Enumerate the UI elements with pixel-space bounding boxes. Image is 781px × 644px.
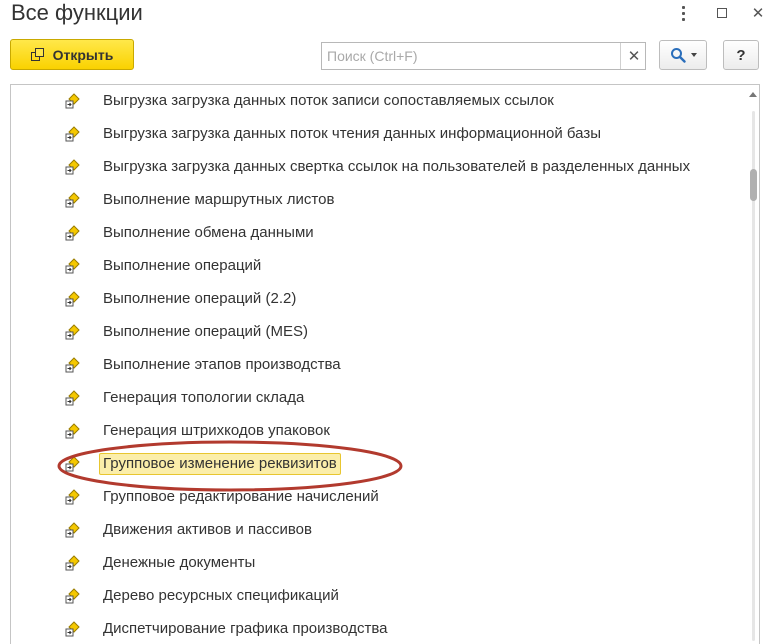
list-item-label: Выгрузка загрузка данных свертка ссылок … bbox=[103, 158, 691, 175]
open-button-label: Открыть bbox=[52, 46, 114, 63]
list-item-label: Выполнение обмена данными bbox=[103, 224, 314, 241]
function-item-icon bbox=[65, 258, 80, 274]
function-item-icon bbox=[65, 159, 80, 175]
list-item-label: Диспетчирование графика производства bbox=[103, 620, 388, 637]
list-item-label: Генерация топологии склада bbox=[103, 389, 305, 406]
close-icon[interactable]: ✕ bbox=[741, 0, 775, 26]
function-item-icon bbox=[65, 225, 80, 241]
window-title: Все функции bbox=[11, 0, 143, 25]
search-button[interactable] bbox=[659, 40, 707, 70]
function-item-icon bbox=[65, 126, 80, 142]
help-button[interactable]: ? bbox=[723, 40, 759, 70]
magnifier-icon bbox=[670, 48, 686, 63]
search-box: ✕ bbox=[321, 42, 646, 70]
list-item-label: Выполнение операций (2.2) bbox=[103, 290, 297, 307]
list-item-label: Выгрузка загрузка данных поток чтения да… bbox=[103, 125, 601, 142]
open-window-icon bbox=[30, 47, 45, 62]
function-item-icon bbox=[65, 423, 80, 439]
function-item-icon bbox=[65, 192, 80, 208]
maximize-icon[interactable] bbox=[705, 0, 739, 26]
function-item-icon bbox=[65, 93, 80, 109]
list-item-label: Групповое редактирование начислений bbox=[103, 488, 379, 505]
list-item-label: Выгрузка загрузка данных поток записи со… bbox=[103, 92, 554, 109]
open-button[interactable]: Открыть bbox=[10, 39, 134, 70]
function-item-icon bbox=[65, 357, 80, 373]
list-item-label: Выполнение этапов производства bbox=[103, 356, 341, 373]
list-item-label: Выполнение операций (MES) bbox=[103, 323, 308, 340]
clear-search-icon[interactable]: ✕ bbox=[620, 43, 647, 69]
scroll-up-icon[interactable] bbox=[749, 92, 757, 97]
functions-list[interactable]: Выгрузка загрузка данных поток записи со… bbox=[10, 84, 760, 644]
scroll-thumb[interactable] bbox=[750, 169, 757, 201]
function-item-icon bbox=[65, 588, 80, 604]
function-item-icon bbox=[65, 324, 80, 340]
function-item-icon bbox=[65, 555, 80, 571]
vertical-scrollbar[interactable] bbox=[747, 85, 759, 644]
function-item-icon bbox=[65, 291, 80, 307]
search-input[interactable] bbox=[322, 43, 618, 69]
chevron-down-icon bbox=[690, 53, 697, 57]
list-item-label: Генерация штрихкодов упаковок bbox=[103, 422, 330, 439]
list-item-label: Выполнение маршрутных листов bbox=[103, 191, 335, 208]
function-item-icon bbox=[65, 522, 80, 538]
list-item-label: Денежные документы bbox=[103, 554, 256, 571]
list-item-label: Выполнение операций bbox=[103, 257, 262, 274]
function-item-icon bbox=[65, 621, 80, 637]
list-item-label: Групповое изменение реквизитов bbox=[99, 453, 341, 475]
list-item-label: Дерево ресурсных спецификаций bbox=[103, 587, 339, 604]
more-vertical-icon[interactable] bbox=[666, 0, 700, 26]
function-item-icon bbox=[65, 390, 80, 406]
list-item-label: Движения активов и пассивов bbox=[103, 521, 312, 538]
function-item-icon bbox=[65, 456, 80, 472]
function-item-icon bbox=[65, 489, 80, 505]
